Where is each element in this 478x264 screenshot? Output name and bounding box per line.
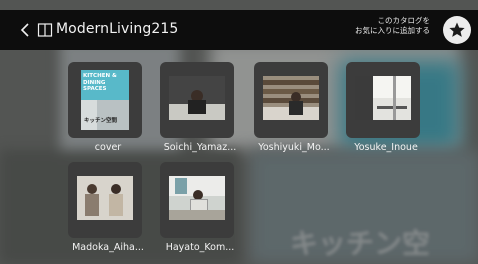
page-label: Yosuke_Inoue — [354, 142, 418, 153]
favorite-button[interactable] — [443, 16, 471, 44]
book-icon[interactable] — [37, 22, 53, 38]
page-grid: KITCHEN & DINING SPACES キッチン空間 cover Soi… — [0, 50, 478, 264]
catalog-title: ModernLiving215 — [56, 21, 179, 37]
page-thumbnail[interactable] — [68, 162, 142, 238]
cover-text-line3: SPACES — [83, 86, 107, 92]
favorite-line2: お気に入りに追加する — [355, 26, 430, 35]
page-thumbnail[interactable]: KITCHEN & DINING SPACES キッチン空間 — [68, 62, 142, 138]
page-thumbnail[interactable] — [160, 62, 234, 138]
top-bar: ModernLiving215 このカタログを お気に入りに追加する — [0, 10, 478, 50]
add-to-favorites-text[interactable]: このカタログを お気に入りに追加する — [355, 16, 430, 36]
cover-text-line1: KITCHEN & — [83, 73, 117, 79]
page-thumbnail[interactable] — [160, 162, 234, 238]
page-thumbnail[interactable] — [346, 62, 420, 138]
page-label: Hayato_Kom... — [165, 242, 235, 253]
cover-jp-text: キッチン空間 — [84, 118, 118, 124]
page-thumbnail[interactable] — [254, 62, 328, 138]
star-icon — [449, 22, 465, 37]
chevron-left-icon[interactable] — [16, 20, 36, 40]
cover-title: KITCHEN & DINING SPACES — [83, 73, 117, 93]
favorite-line1: このカタログを — [377, 16, 431, 25]
